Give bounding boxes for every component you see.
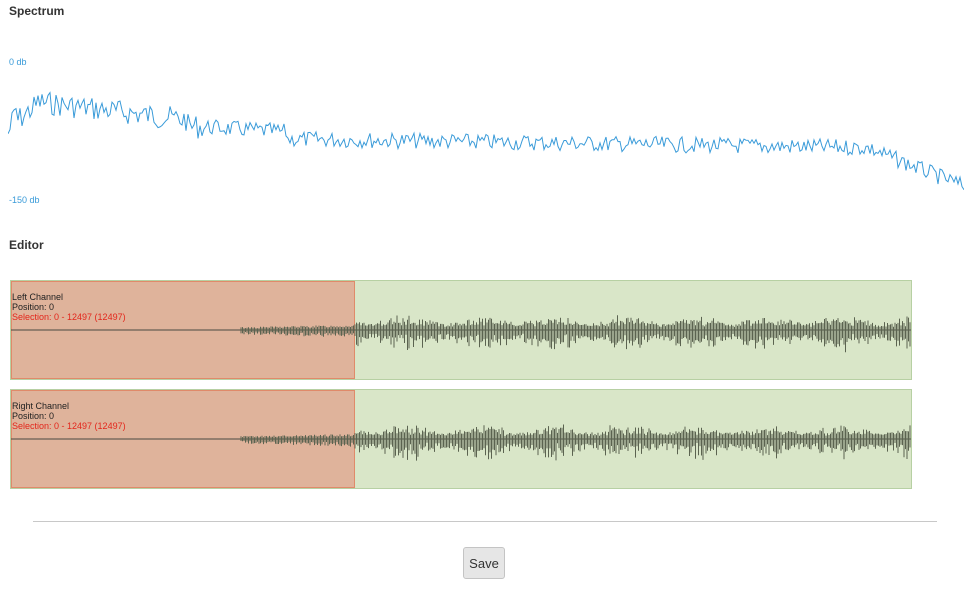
channel-selection: Selection: 0 - 12497 (12497) [12, 421, 126, 431]
editor-title: Editor [9, 238, 44, 252]
channel-name: Right Channel [12, 401, 70, 411]
left-channel-waveform [11, 315, 911, 353]
channel-position: Position: 0 [12, 302, 55, 312]
channel-selection: Selection: 0 - 12497 (12497) [12, 312, 126, 322]
right-channel-info: Right Channel Position: 0 Selection: 0 -… [12, 401, 126, 431]
left-channel-track[interactable]: Left Channel Position: 0 Selection: 0 - … [10, 280, 912, 380]
spectrum-line [8, 91, 964, 190]
left-channel-info: Left Channel Position: 0 Selection: 0 - … [12, 292, 126, 322]
spectrum-graph [8, 91, 964, 190]
divider [33, 521, 937, 522]
channel-position: Position: 0 [12, 411, 55, 421]
spectrum-db-max-label: 0 db [9, 57, 27, 67]
channel-name: Left Channel [12, 292, 64, 302]
right-channel-waveform [11, 424, 911, 461]
spectrum-title: Spectrum [9, 4, 65, 18]
save-button[interactable]: Save [463, 547, 505, 579]
right-channel-track[interactable]: Right Channel Position: 0 Selection: 0 -… [10, 389, 912, 489]
